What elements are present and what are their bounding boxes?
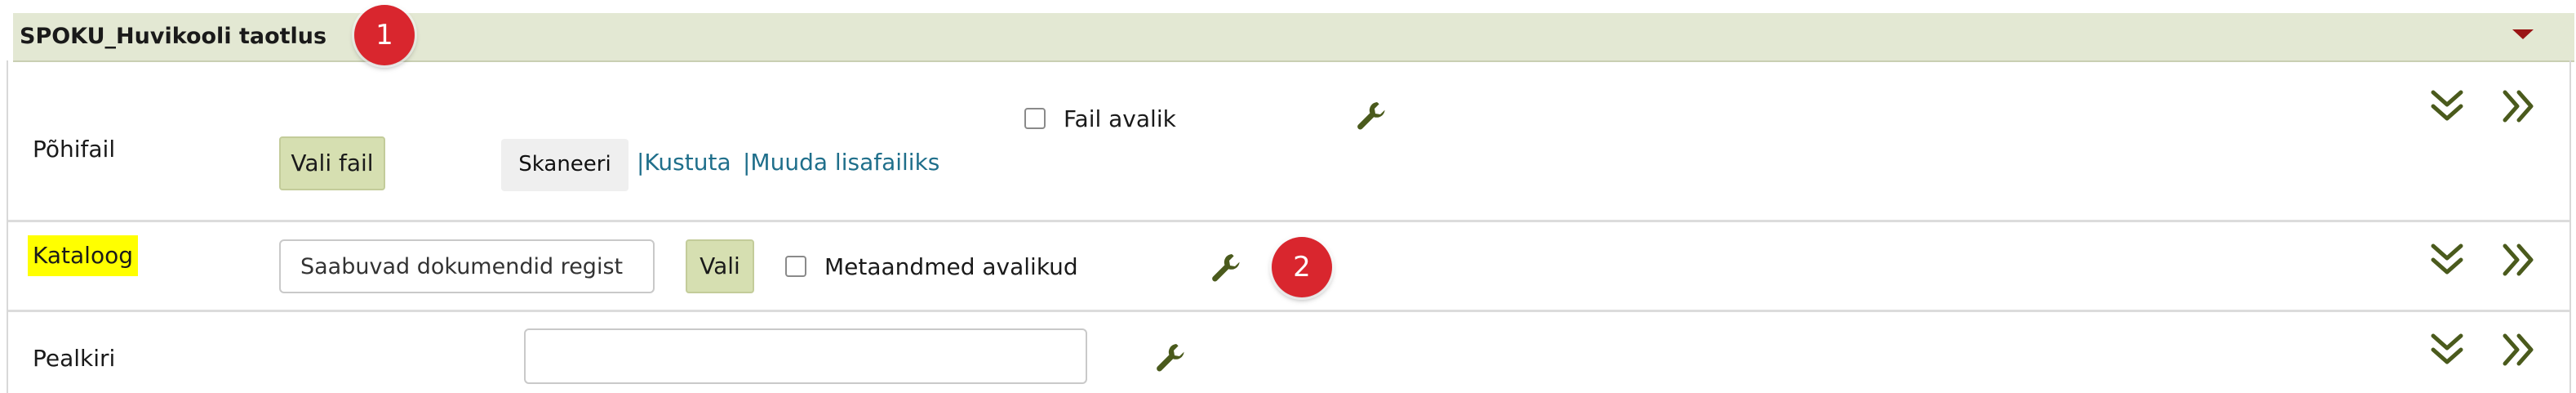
double-chevron-right-icon[interactable] bbox=[2501, 332, 2537, 368]
delete-link[interactable]: |Kustuta bbox=[637, 145, 731, 180]
section-title: SPOKU_Huvikooli taotlus bbox=[20, 24, 327, 49]
catalog-choose-button[interactable]: Vali bbox=[686, 239, 754, 293]
catalog-label: Kataloog bbox=[28, 235, 138, 276]
callout-2: 2 bbox=[1272, 237, 1332, 297]
metadata-public-checkbox[interactable] bbox=[785, 256, 806, 277]
row-divider bbox=[8, 310, 2569, 312]
caret-down-icon[interactable] bbox=[2512, 29, 2534, 39]
double-chevron-right-icon[interactable] bbox=[2501, 88, 2537, 124]
title-input[interactable] bbox=[524, 328, 1087, 384]
metadata-public-label: Metaandmed avalikud bbox=[824, 253, 1078, 280]
main-file-label: Põhifail bbox=[33, 136, 116, 163]
double-chevron-down-icon[interactable] bbox=[2429, 88, 2465, 124]
double-chevron-down-icon[interactable] bbox=[2429, 242, 2465, 278]
catalog-input[interactable] bbox=[279, 239, 655, 293]
double-chevron-down-icon[interactable] bbox=[2429, 332, 2465, 368]
scan-button[interactable]: Skaneeri bbox=[501, 139, 628, 191]
file-public-checkbox[interactable] bbox=[1024, 108, 1046, 129]
wrench-icon[interactable] bbox=[1210, 252, 1242, 284]
panel-border-right bbox=[2569, 60, 2571, 393]
wrench-icon[interactable] bbox=[1355, 100, 1388, 132]
panel-border-left bbox=[7, 60, 8, 393]
double-chevron-right-icon[interactable] bbox=[2501, 242, 2537, 278]
convert-to-attachment-link[interactable]: |Muuda lisafailiks bbox=[743, 145, 939, 180]
wrench-icon[interactable] bbox=[1154, 342, 1187, 374]
callout-1: 1 bbox=[354, 5, 415, 65]
choose-file-button[interactable]: Vali fail bbox=[279, 136, 385, 190]
row-divider bbox=[8, 220, 2569, 222]
title-label: Pealkiri bbox=[33, 345, 116, 372]
file-public-label: Fail avalik bbox=[1064, 105, 1176, 132]
